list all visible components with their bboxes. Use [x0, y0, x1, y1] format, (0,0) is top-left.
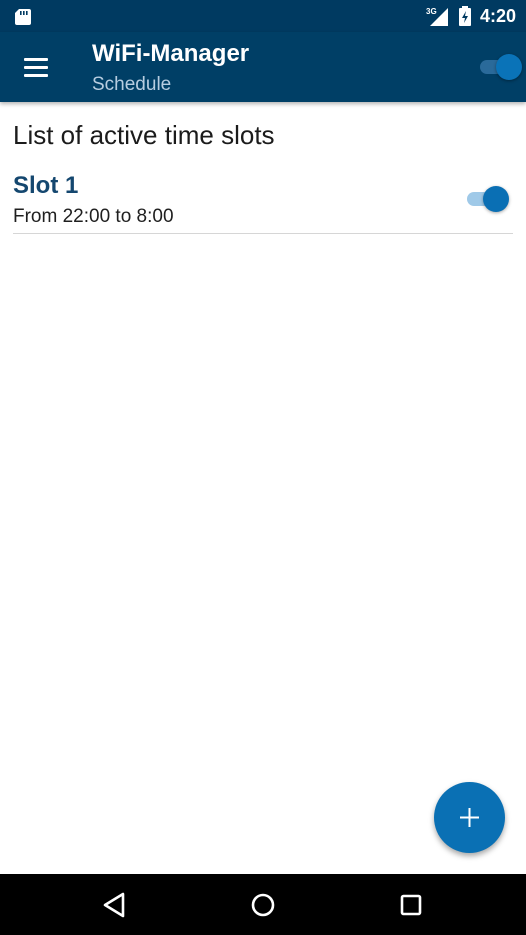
add-slot-button[interactable] [434, 782, 505, 853]
slot-enable-switch[interactable] [465, 185, 511, 213]
list-heading: List of active time slots [13, 120, 275, 150]
hamburger-menu-icon [24, 58, 48, 61]
slot-name: Slot 1 [13, 172, 79, 199]
app-subtitle: Schedule [92, 74, 172, 95]
back-icon[interactable] [96, 886, 134, 924]
hamburger-menu-icon-bar [24, 74, 48, 77]
status-time: 4:20 [480, 6, 517, 26]
switch-thumb [483, 186, 509, 212]
battery-icon [459, 6, 471, 26]
hamburger-menu-icon-bar [24, 66, 48, 69]
switch-thumb [496, 54, 522, 80]
app-bar: WiFi-Manager Schedule [0, 32, 526, 102]
recents-icon[interactable] [392, 886, 430, 924]
navigation-bar [0, 874, 526, 935]
network-type-label: 3G [426, 7, 437, 16]
signal-icon: 3G [426, 7, 448, 26]
schedule-master-switch[interactable] [476, 54, 522, 80]
plus-icon [460, 808, 479, 827]
menu-button[interactable] [14, 48, 58, 86]
status-bar: 3G 4:20 [0, 0, 526, 32]
home-icon[interactable] [244, 886, 282, 924]
app-title: WiFi-Manager [92, 40, 250, 67]
sd-card-icon [15, 9, 31, 25]
list-item[interactable]: Slot 1 From 22:00 to 8:00 [13, 166, 513, 234]
slot-time-range: From 22:00 to 8:00 [13, 206, 174, 227]
